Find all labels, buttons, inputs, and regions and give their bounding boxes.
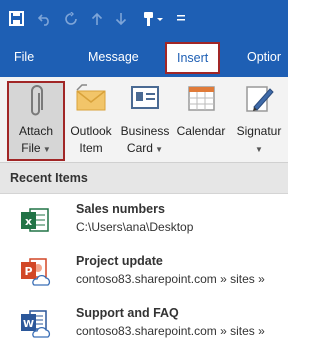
svg-text:P: P bbox=[24, 265, 32, 278]
recent-item-path: C:\Users\ana\Desktop bbox=[76, 220, 194, 234]
down-arrow-icon[interactable] bbox=[112, 0, 130, 37]
up-arrow-icon[interactable] bbox=[88, 0, 106, 37]
calendar-icon bbox=[173, 83, 229, 117]
recent-item-name: Sales numbers bbox=[76, 202, 165, 216]
tab-label: File bbox=[14, 50, 35, 64]
paperclip-icon bbox=[9, 85, 63, 119]
recent-item-path: contoso83.sharepoint.com » sites » bbox=[76, 272, 265, 286]
recent-item-name: Project update bbox=[76, 254, 163, 268]
svg-text:x: x bbox=[25, 215, 32, 228]
recent-item-sales-numbers[interactable]: x Sales numbers C:\Users\ana\Desktop bbox=[0, 194, 288, 246]
attach-file-label-2: File bbox=[21, 141, 41, 155]
dropdown-caret-icon: ▼ bbox=[255, 145, 263, 154]
dropdown-caret-icon: ▼ bbox=[152, 145, 164, 154]
tab-file[interactable]: File bbox=[14, 37, 34, 77]
attach-file-label-line2: File ▼ bbox=[9, 141, 63, 155]
recent-items-header: Recent Items bbox=[0, 163, 288, 194]
ribbon: Attach File ▼ Outlook Item Business Card… bbox=[0, 77, 288, 163]
brush-icon[interactable] bbox=[140, 0, 168, 37]
signature-pen-icon bbox=[230, 83, 288, 117]
business-card-icon bbox=[117, 83, 173, 117]
recent-item-name: Support and FAQ bbox=[76, 306, 179, 320]
ribbon-tab-bar: File Message Insert Optior bbox=[0, 37, 288, 77]
tab-options[interactable]: Optior bbox=[247, 37, 281, 77]
tab-label: Message bbox=[88, 50, 139, 64]
business-card-button[interactable]: Business Card ▼ bbox=[117, 77, 173, 161]
attach-file-button[interactable]: Attach File ▼ bbox=[7, 81, 65, 161]
dropdown-caret-icon: ▼ bbox=[40, 145, 51, 154]
recent-item-path: contoso83.sharepoint.com » sites » bbox=[76, 324, 265, 338]
recent-item-support-faq[interactable]: W Support and FAQ contoso83.sharepoint.c… bbox=[0, 298, 288, 350]
calendar-button[interactable]: Calendar bbox=[173, 77, 229, 161]
recent-item-project-update[interactable]: P Project update contoso83.sharepoint.co… bbox=[0, 246, 288, 298]
business-card-label-2: Card bbox=[126, 141, 153, 155]
word-icon: W bbox=[18, 307, 52, 341]
signature-button[interactable]: Signatur ▼ bbox=[230, 77, 288, 161]
undo-icon[interactable] bbox=[36, 0, 54, 37]
business-card-label-line2: Card ▼ bbox=[117, 141, 173, 155]
envelope-icon bbox=[65, 83, 117, 117]
tab-label: Optior bbox=[247, 50, 282, 64]
business-card-label: Business bbox=[120, 124, 170, 138]
tab-message[interactable]: Message bbox=[88, 37, 139, 77]
outlook-item-label-2: Item bbox=[79, 141, 103, 155]
excel-icon: x bbox=[18, 203, 52, 237]
svg-text:W: W bbox=[23, 319, 34, 330]
attach-file-label: Attach bbox=[18, 124, 54, 138]
save-icon[interactable] bbox=[6, 0, 26, 37]
signature-label: Signatur bbox=[236, 124, 282, 138]
title-bar bbox=[0, 0, 288, 37]
calendar-label: Calendar bbox=[176, 124, 226, 138]
redo-icon[interactable] bbox=[62, 0, 80, 37]
customize-quick-access-icon[interactable] bbox=[174, 0, 188, 37]
powerpoint-icon: P bbox=[18, 255, 52, 289]
recent-items-title: Recent Items bbox=[10, 171, 88, 185]
tab-label: Insert bbox=[177, 51, 209, 65]
tab-insert[interactable]: Insert bbox=[165, 42, 221, 74]
outlook-item-button[interactable]: Outlook Item bbox=[65, 77, 117, 161]
outlook-item-label: Outlook bbox=[70, 124, 112, 138]
